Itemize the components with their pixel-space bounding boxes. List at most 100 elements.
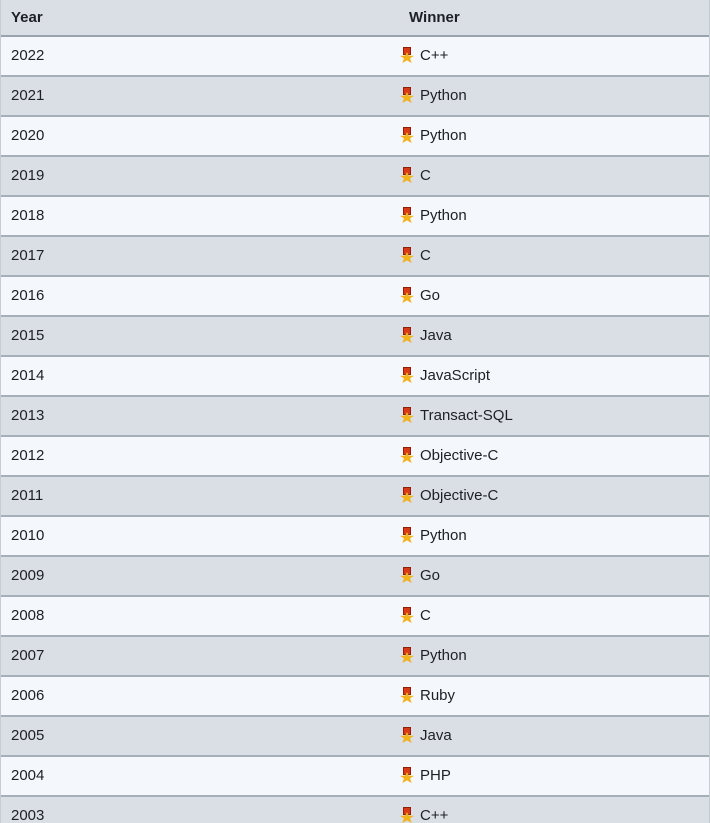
winner-name: Java bbox=[420, 327, 452, 344]
medal-icon bbox=[399, 287, 415, 303]
table-row[interactable]: 2011 Objective-C bbox=[1, 476, 709, 517]
winner-name: Python bbox=[420, 647, 467, 664]
table-row[interactable]: 2012 Objective-C bbox=[1, 436, 709, 477]
medal-icon bbox=[399, 807, 415, 823]
cell-winner: Go bbox=[399, 556, 709, 597]
cell-year: 2008 bbox=[1, 596, 399, 637]
medal-icon bbox=[399, 607, 415, 623]
medal-icon bbox=[399, 407, 415, 423]
cell-year: 2011 bbox=[1, 476, 399, 517]
medal-icon bbox=[399, 367, 415, 383]
table-row[interactable]: 2006 Ruby bbox=[1, 676, 709, 717]
table-row[interactable]: 2019 C bbox=[1, 156, 709, 197]
cell-winner: Python bbox=[399, 76, 709, 117]
medal-icon bbox=[399, 327, 415, 343]
table-row[interactable]: 2007 Python bbox=[1, 636, 709, 677]
cell-year: 2004 bbox=[1, 756, 399, 797]
cell-year: 2006 bbox=[1, 676, 399, 717]
cell-year: 2015 bbox=[1, 316, 399, 357]
winner-name: Transact-SQL bbox=[420, 407, 513, 424]
winner-name: Python bbox=[420, 127, 467, 144]
table-row[interactable]: 2014 JavaScript bbox=[1, 356, 709, 397]
medal-icon bbox=[399, 647, 415, 663]
winner-name: Python bbox=[420, 87, 467, 104]
cell-year: 2021 bbox=[1, 76, 399, 117]
cell-year: 2013 bbox=[1, 396, 399, 437]
cell-winner: C++ bbox=[399, 796, 709, 823]
winner-name: JavaScript bbox=[420, 367, 491, 384]
cell-winner: Python bbox=[399, 636, 709, 677]
medal-icon bbox=[399, 487, 415, 503]
cell-winner: PHP bbox=[399, 756, 709, 797]
cell-year: 2020 bbox=[1, 116, 399, 157]
table-header-row: Year Winner bbox=[1, 0, 709, 37]
table-row[interactable]: 2016 Go bbox=[1, 276, 709, 317]
medal-icon bbox=[399, 207, 415, 223]
table-row[interactable]: 2010 Python bbox=[1, 516, 709, 557]
cell-winner: Objective-C bbox=[399, 476, 709, 517]
cell-winner: Java bbox=[399, 316, 709, 357]
cell-winner: Python bbox=[399, 196, 709, 237]
winner-name: C++ bbox=[420, 47, 449, 64]
table-body: 2022 C++ 2021 Python 2020 Python 2019 C 2018 Pyth… bbox=[1, 36, 709, 823]
cell-winner: Transact-SQL bbox=[399, 396, 709, 437]
winner-name: C bbox=[420, 247, 431, 264]
table-row[interactable]: 2021 Python bbox=[1, 76, 709, 117]
table-row[interactable]: 2013 Transact-SQL bbox=[1, 396, 709, 437]
table-row[interactable]: 2018 Python bbox=[1, 196, 709, 237]
table-row[interactable]: 2008 C bbox=[1, 596, 709, 637]
winner-name: Java bbox=[420, 727, 452, 744]
cell-winner: Go bbox=[399, 276, 709, 317]
cell-winner: Java bbox=[399, 716, 709, 757]
cell-year: 2018 bbox=[1, 196, 399, 237]
winner-name: Objective-C bbox=[420, 447, 499, 464]
winner-name: PHP bbox=[420, 767, 451, 784]
winner-name: C bbox=[420, 167, 431, 184]
cell-winner: Objective-C bbox=[399, 436, 709, 477]
medal-icon bbox=[399, 447, 415, 463]
table-header: Year Winner bbox=[1, 0, 709, 37]
cell-winner: Python bbox=[399, 116, 709, 157]
medal-icon bbox=[399, 767, 415, 783]
cell-year: 2019 bbox=[1, 156, 399, 197]
winner-name: Go bbox=[420, 567, 441, 584]
medal-icon bbox=[399, 127, 415, 143]
medal-icon bbox=[399, 727, 415, 743]
medal-icon bbox=[399, 247, 415, 263]
table-row[interactable]: 2004 PHP bbox=[1, 756, 709, 797]
cell-year: 2014 bbox=[1, 356, 399, 397]
winners-table-container: Year Winner 2022 C++ 2021 Python 2020 Python 2… bbox=[0, 0, 710, 823]
winners-table: Year Winner 2022 C++ 2021 Python 2020 Python 2… bbox=[1, 0, 709, 823]
table-row[interactable]: 2017 C bbox=[1, 236, 709, 277]
table-row[interactable]: 2022 C++ bbox=[1, 36, 709, 77]
cell-winner: JavaScript bbox=[399, 356, 709, 397]
winner-name: C bbox=[420, 607, 431, 624]
winner-name: Go bbox=[420, 287, 441, 304]
cell-year: 2017 bbox=[1, 236, 399, 277]
cell-year: 2022 bbox=[1, 36, 399, 77]
cell-winner: C++ bbox=[399, 36, 709, 77]
cell-winner: C bbox=[399, 236, 709, 277]
cell-winner: Ruby bbox=[399, 676, 709, 717]
cell-winner: C bbox=[399, 156, 709, 197]
cell-winner: Python bbox=[399, 516, 709, 557]
cell-year: 2007 bbox=[1, 636, 399, 677]
table-row[interactable]: 2020 Python bbox=[1, 116, 709, 157]
column-header-year[interactable]: Year bbox=[1, 0, 399, 37]
medal-icon bbox=[399, 687, 415, 703]
medal-icon bbox=[399, 567, 415, 583]
medal-icon bbox=[399, 87, 415, 103]
cell-year: 2016 bbox=[1, 276, 399, 317]
medal-icon bbox=[399, 527, 415, 543]
table-row[interactable]: 2005 Java bbox=[1, 716, 709, 757]
table-row[interactable]: 2003 C++ bbox=[1, 796, 709, 823]
cell-year: 2009 bbox=[1, 556, 399, 597]
table-row[interactable]: 2015 Java bbox=[1, 316, 709, 357]
winner-name: Python bbox=[420, 207, 467, 224]
cell-year: 2003 bbox=[1, 796, 399, 823]
table-row[interactable]: 2009 Go bbox=[1, 556, 709, 597]
column-header-winner[interactable]: Winner bbox=[399, 0, 709, 37]
cell-winner: C bbox=[399, 596, 709, 637]
medal-icon bbox=[399, 47, 415, 63]
medal-icon bbox=[399, 167, 415, 183]
